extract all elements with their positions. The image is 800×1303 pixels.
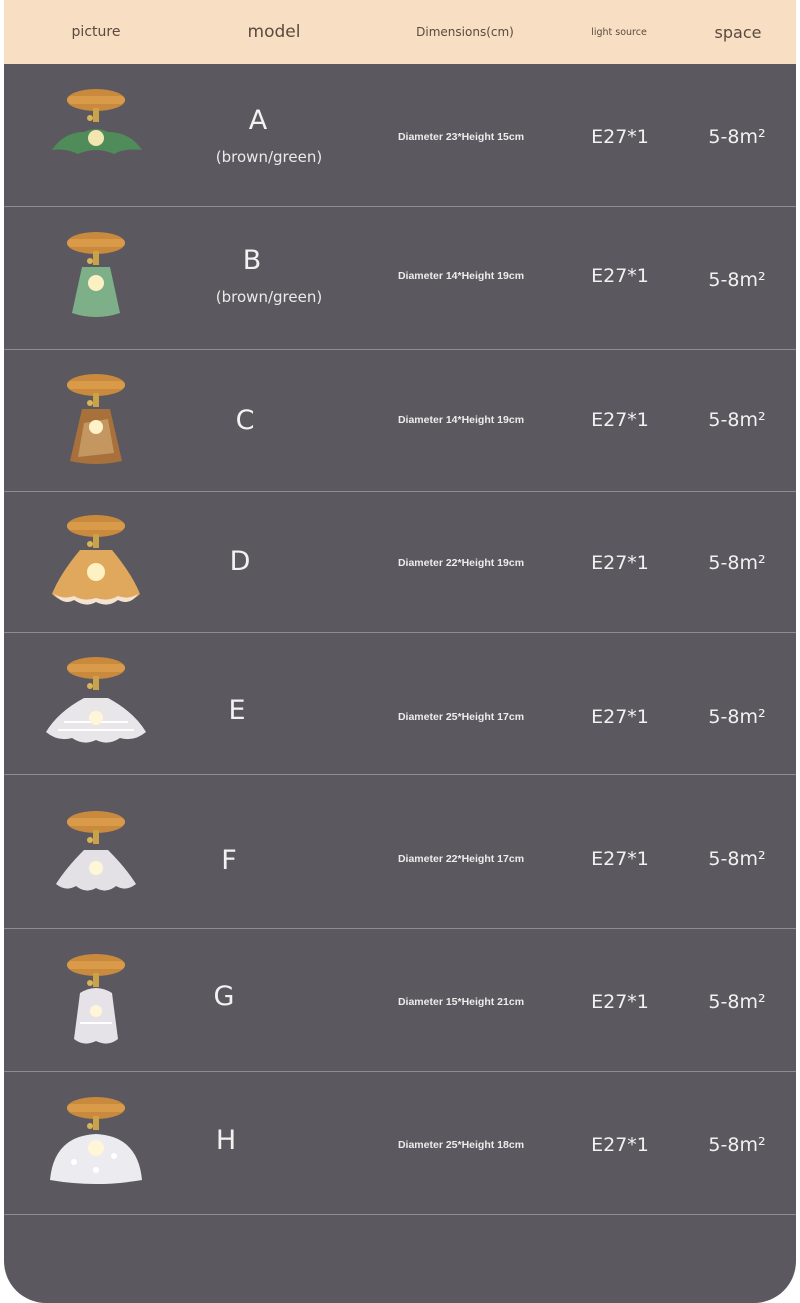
table-row: D Diameter 22*Height 19cm E27*1 5-8m² [4, 490, 796, 633]
table-row: H Diameter 25*Height 18cm E27*1 5-8m² [4, 1072, 796, 1215]
header-model: model [247, 22, 301, 42]
model-letter: F [221, 844, 237, 876]
lamp-image [44, 514, 148, 614]
dimensions-value: Diameter 23*Height 15cm [397, 131, 525, 143]
space-value: 5-8m² [708, 991, 766, 1013]
light-source-value: E27*1 [591, 126, 649, 148]
light-source-value: E27*1 [591, 552, 649, 574]
dimensions-value: Diameter 25*Height 17cm [397, 711, 525, 723]
lamp-image [44, 88, 148, 188]
lamp-image [44, 1096, 148, 1196]
table-row: G Diameter 15*Height 21cm E27*1 5-8m² [4, 929, 796, 1072]
space-value: 5-8m² [708, 126, 766, 148]
dimensions-value: Diameter 14*Height 19cm [397, 414, 525, 426]
lamp-image [44, 373, 148, 473]
model-letter: B [242, 244, 262, 276]
table-row: F Diameter 22*Height 17cm E27*1 5-8m² [4, 786, 796, 929]
light-source-value: E27*1 [591, 409, 649, 431]
space-value: 5-8m² [708, 848, 766, 870]
model-letter: G [213, 980, 235, 1012]
light-source-value: E27*1 [591, 848, 649, 870]
light-source-value: E27*1 [591, 706, 649, 728]
light-source-value: E27*1 [591, 991, 649, 1013]
dimensions-value: Diameter 25*Height 18cm [397, 1139, 525, 1151]
dimensions-value: Diameter 22*Height 19cm [397, 557, 525, 569]
space-value: 5-8m² [708, 269, 766, 291]
space-value: 5-8m² [708, 1134, 766, 1156]
table-row: C Diameter 14*Height 19cm E27*1 5-8m² [4, 349, 796, 492]
dimensions-value: Diameter 22*Height 17cm [397, 853, 525, 865]
header-light-source: light source [591, 26, 647, 38]
model-letter: H [215, 1124, 237, 1156]
lamp-image [44, 810, 148, 910]
model-letter: A [248, 104, 268, 136]
header-picture: picture [71, 24, 121, 40]
model-letter: D [229, 545, 251, 577]
light-source-value: E27*1 [591, 265, 649, 287]
model-letter: E [228, 694, 246, 726]
space-value: 5-8m² [708, 706, 766, 728]
dimensions-value: Diameter 15*Height 21cm [397, 996, 525, 1008]
light-source-value: E27*1 [591, 1134, 649, 1156]
space-value: 5-8m² [708, 409, 766, 431]
dimensions-value: Diameter 14*Height 19cm [397, 270, 525, 282]
lamp-image [44, 656, 148, 756]
model-variant: (brown/green) [215, 148, 323, 166]
header-dimensions: Dimensions(cm) [416, 25, 514, 39]
model-letter: C [235, 404, 255, 436]
space-value: 5-8m² [708, 552, 766, 574]
table-header: picture model Dimensions(cm) light sourc… [4, 0, 796, 64]
spec-table: picture model Dimensions(cm) light sourc… [4, 0, 796, 1303]
header-space: space [714, 22, 762, 42]
lamp-image [44, 231, 148, 331]
table-row: A (brown/green) Diameter 23*Height 15cm E27… [4, 64, 796, 207]
lamp-image [44, 953, 148, 1053]
model-variant: (brown/green) [215, 288, 323, 306]
table-row: E Diameter 25*Height 17cm E27*1 5-8m² [4, 632, 796, 775]
table-row: B (brown/green) Diameter 14*Height 19cm E27… [4, 207, 796, 350]
